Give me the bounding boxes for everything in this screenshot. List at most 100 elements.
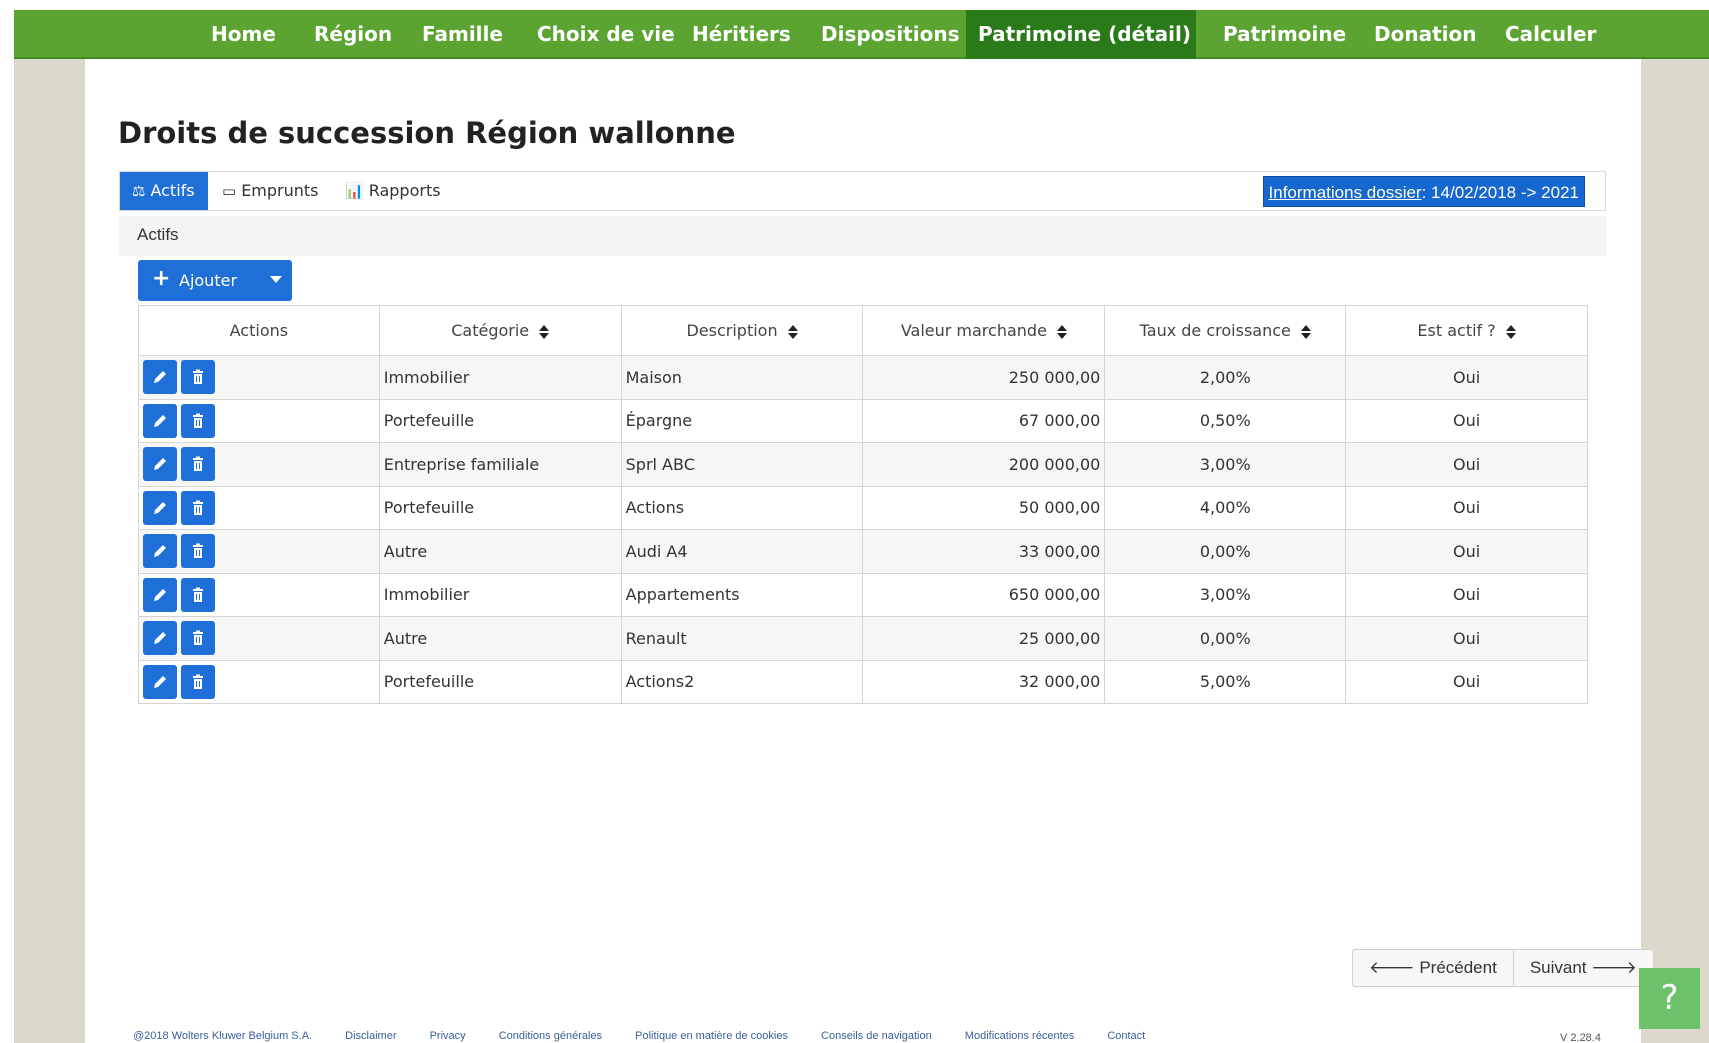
plus-icon: +	[152, 266, 171, 291]
actif-cell: Oui	[1345, 659, 1588, 704]
actions-cell	[138, 442, 380, 487]
sort-icon[interactable]	[1300, 324, 1311, 339]
footer-link-contact[interactable]: Contact	[1107, 1030, 1145, 1042]
edit-button[interactable]	[143, 534, 177, 569]
table-header-row: Actions Catégorie Description Valeur mar…	[138, 305, 1588, 356]
delete-button[interactable]	[181, 534, 215, 569]
arrow-left-icon: 🡐	[1369, 958, 1420, 977]
footer-link-modifications[interactable]: Modifications récentes	[965, 1030, 1074, 1042]
trash-icon	[193, 369, 203, 385]
categorie-cell: Portefeuille	[378, 398, 622, 443]
help-button[interactable]: ?	[1639, 968, 1700, 1029]
previous-button[interactable]: 🡐 Précédent	[1353, 950, 1513, 986]
delete-button[interactable]	[181, 577, 215, 612]
trash-icon	[193, 587, 203, 602]
nav-item-donation[interactable]: Donation	[1362, 10, 1488, 59]
description-cell: Renault	[620, 616, 864, 661]
taux-cell: 3,00%	[1104, 442, 1347, 487]
footer-link-disclaimer[interactable]: Disclaimer	[345, 1030, 396, 1042]
footer-link-cookies[interactable]: Politique en matière de cookies	[635, 1030, 788, 1042]
nav-item-choix-de-vie[interactable]: Choix de vie	[525, 10, 687, 59]
tab-emprunts-label: Emprunts	[241, 181, 319, 200]
table-row: Portefeuille Épargne 67 000,00 0,50% Oui	[138, 398, 1588, 443]
next-button[interactable]: Suivant 🡒	[1512, 950, 1653, 986]
actif-cell: Oui	[1345, 485, 1588, 530]
categorie-cell: Portefeuille	[378, 485, 622, 530]
trash-icon	[193, 456, 203, 472]
actions-cell	[138, 355, 380, 400]
edit-button[interactable]	[143, 360, 177, 395]
footer-link-conditions[interactable]: Conditions générales	[499, 1030, 602, 1042]
edit-button[interactable]	[143, 577, 177, 612]
table-row: Portefeuille Actions 50 000,00 4,00% Oui	[138, 485, 1588, 530]
description-cell: Appartements	[620, 572, 864, 617]
nav-item-dispositions[interactable]: Dispositions	[809, 10, 971, 59]
header-est-actif[interactable]: Est actif ?	[1345, 305, 1588, 356]
dossier-info-value: : 14/02/2018 -> 2021	[1421, 183, 1579, 202]
assets-table: Actions Catégorie Description Valeur mar…	[138, 305, 1588, 704]
header-description[interactable]: Description	[620, 305, 864, 356]
description-cell: Actions	[620, 485, 864, 530]
actions-cell	[138, 616, 380, 661]
trash-icon	[193, 630, 203, 646]
sort-icon[interactable]	[1056, 324, 1067, 339]
nav-item-calculer[interactable]: Calculer	[1493, 10, 1608, 59]
footer-link-navigation[interactable]: Conseils de navigation	[821, 1030, 932, 1042]
valeur-cell: 200 000,00	[862, 442, 1106, 487]
card-icon: ▭	[222, 182, 237, 200]
table-row: Portefeuille Actions2 32 000,00 5,00% Ou…	[138, 659, 1588, 704]
edit-button[interactable]	[143, 490, 177, 525]
nav-item-famille[interactable]: Famille	[410, 10, 515, 59]
nav-item-patrimoine[interactable]: Patrimoine	[1211, 10, 1358, 59]
taux-cell: 3,00%	[1104, 572, 1347, 617]
taux-cell: 0,00%	[1104, 616, 1347, 661]
sort-icon[interactable]	[539, 324, 550, 339]
tab-emprunts[interactable]: ▭ Emprunts	[210, 172, 331, 210]
pencil-icon	[154, 414, 166, 427]
categorie-cell: Entreprise familiale	[378, 442, 622, 487]
description-cell: Épargne	[620, 398, 864, 443]
add-button[interactable]: + Ajouter	[138, 260, 292, 301]
edit-button[interactable]	[143, 621, 177, 656]
delete-button[interactable]	[181, 447, 215, 482]
trash-icon	[193, 500, 203, 515]
trash-icon	[193, 543, 203, 559]
pencil-icon	[154, 371, 166, 384]
tab-bar: ⚖ Actifs ▭ Emprunts 📊 Rapports Informations…	[119, 171, 1606, 211]
valeur-cell: 32 000,00	[862, 659, 1106, 704]
valeur-cell: 33 000,00	[862, 529, 1106, 574]
edit-button[interactable]	[143, 664, 177, 699]
pencil-icon	[154, 458, 166, 471]
taux-cell: 4,00%	[1104, 485, 1347, 530]
delete-button[interactable]	[181, 403, 215, 438]
table-row: Immobilier Appartements 650 000,00 3,00%…	[138, 572, 1588, 617]
header-taux-de-croissance[interactable]: Taux de croissance	[1104, 305, 1347, 356]
delete-button[interactable]	[181, 621, 215, 656]
nav-item-heritiers[interactable]: Héritiers	[680, 10, 803, 59]
categorie-cell: Immobilier	[378, 572, 622, 617]
footer-link-privacy[interactable]: Privacy	[430, 1030, 466, 1042]
actions-cell	[138, 659, 380, 704]
header-categorie[interactable]: Catégorie	[378, 305, 622, 356]
delete-button[interactable]	[181, 360, 215, 395]
dossier-info-link[interactable]: Informations dossier	[1269, 183, 1422, 202]
table-row: Autre Audi A4 33 000,00 0,00% Oui	[138, 529, 1588, 574]
categorie-cell: Autre	[378, 616, 622, 661]
tab-actifs-label: Actifs	[150, 181, 195, 200]
nav-item-home[interactable]: Home	[199, 10, 288, 59]
header-valeur-marchande[interactable]: Valeur marchande	[862, 305, 1106, 356]
delete-button[interactable]	[181, 664, 215, 699]
tab-actifs[interactable]: ⚖ Actifs	[120, 172, 208, 210]
actif-cell: Oui	[1345, 616, 1588, 661]
dossier-info-badge: Informations dossier: 14/02/2018 -> 2021	[1262, 176, 1585, 207]
nav-item-patrimoine-detail[interactable]: Patrimoine (détail)	[966, 10, 1196, 59]
nav-item-region[interactable]: Région	[302, 10, 404, 59]
valeur-cell: 650 000,00	[862, 572, 1106, 617]
edit-button[interactable]	[143, 447, 177, 482]
delete-button[interactable]	[181, 490, 215, 525]
tab-rapports[interactable]: 📊 Rapports	[333, 172, 453, 210]
chevron-down-icon[interactable]	[270, 276, 282, 283]
edit-button[interactable]	[143, 403, 177, 438]
sort-icon[interactable]	[787, 324, 798, 339]
sort-icon[interactable]	[1505, 324, 1516, 339]
